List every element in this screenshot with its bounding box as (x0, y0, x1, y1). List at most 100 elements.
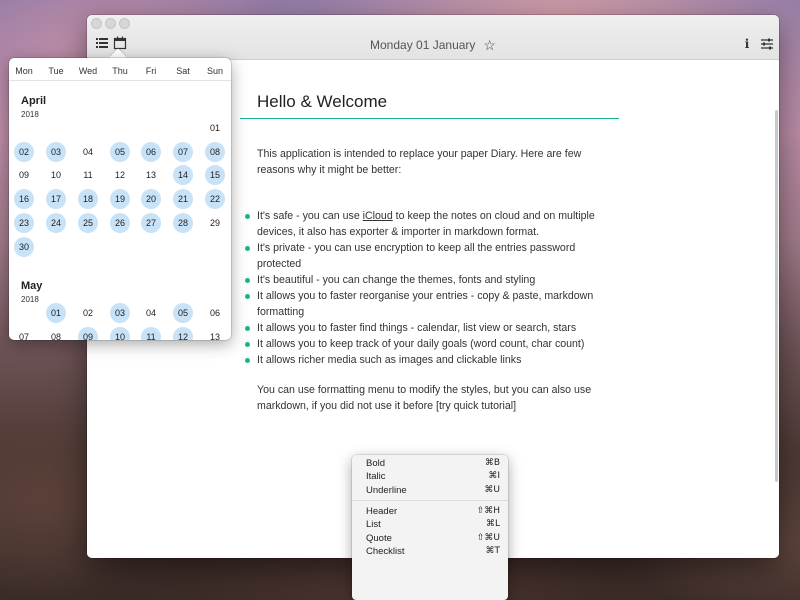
outro-paragraph[interactable]: You can use formatting menu to modify th… (257, 382, 617, 414)
window-title-area: Monday 01 January ☆ (87, 37, 779, 54)
document-title[interactable]: Hello & Welcome (257, 92, 387, 112)
settings-button[interactable] (760, 37, 774, 51)
calendar-day[interactable]: 12 (110, 165, 130, 185)
calendar-day[interactable]: 05 (173, 303, 193, 323)
calendar-day[interactable]: 23 (14, 213, 34, 233)
weekday-mon: Mon (15, 66, 33, 76)
menu-item-label: List (366, 519, 381, 530)
calendar-day[interactable]: 21 (173, 189, 193, 209)
list-item[interactable]: It's private - you can use encryption to… (245, 240, 617, 272)
calendar-day[interactable]: 27 (141, 213, 161, 233)
calendar-day[interactable]: 09 (14, 165, 34, 185)
menu-item-italic[interactable]: Italic ⌘I (352, 471, 508, 484)
calendar-day[interactable]: 28 (173, 213, 193, 233)
close-window-button[interactable] (91, 18, 102, 29)
calendar-day[interactable]: 01 (205, 118, 225, 138)
calendar-day[interactable]: 17 (46, 189, 66, 209)
calendar-day[interactable]: 10 (110, 327, 130, 340)
menu-item-shortcut: ⇧⌘U (476, 533, 500, 543)
menu-item-list[interactable]: List ⌘L (352, 519, 508, 532)
calendar-day[interactable]: 09 (78, 327, 98, 340)
icloud-link[interactable]: iCloud (363, 210, 393, 222)
calendar-day[interactable]: 11 (78, 165, 98, 185)
menu-item-label: Quote (366, 533, 392, 544)
zoom-window-button[interactable] (119, 18, 130, 29)
calendar-day[interactable]: 04 (141, 303, 161, 323)
list-item[interactable]: It allows you to keep track of your dail… (245, 336, 617, 352)
calendar-day[interactable]: 06 (205, 303, 225, 323)
calendar-day[interactable]: 08 (46, 327, 66, 340)
menu-item-shortcut: ⌘B (484, 458, 500, 468)
calendar-day[interactable]: 07 (173, 142, 193, 162)
format-menu: Bold ⌘B Italic ⌘I Underline ⌘U Header ⇧⌘H List ⌘L… (352, 455, 508, 600)
calendar-day[interactable]: 18 (78, 189, 98, 209)
list-item[interactable]: It allows richer media such as images an… (245, 352, 617, 368)
menu-item-shortcut: ⌘U (484, 485, 500, 495)
calendar-popover: Mon Tue Wed Thu Fri Sat Sun April 2018 01 02 03 04 0… (9, 58, 231, 340)
calendar-day[interactable]: 03 (46, 142, 66, 162)
weekday-sun: Sun (206, 66, 223, 76)
calendar-day[interactable]: 30 (14, 237, 34, 257)
calendar-day[interactable]: 13 (141, 165, 161, 185)
calendar-day[interactable]: 07 (14, 327, 34, 340)
info-icon[interactable]: i (742, 37, 752, 51)
weekday-wed: Wed (78, 66, 98, 76)
calendar-day[interactable]: 06 (141, 142, 161, 162)
calendar-day[interactable]: 08 (205, 142, 225, 162)
weekday-header: Mon Tue Wed Thu Fri Sat Sun (9, 58, 231, 81)
window-title-date[interactable]: Monday 01 January (370, 38, 475, 52)
menu-item-shortcut: ⌘L (485, 519, 500, 529)
list-item[interactable]: It allows you to faster reorganise your … (245, 288, 617, 320)
star-icon[interactable]: ☆ (483, 37, 496, 54)
menu-item-label: Bold (366, 458, 386, 469)
menu-item-header[interactable]: Header ⇧⌘H (352, 506, 508, 519)
vertical-scrollbar[interactable] (775, 110, 778, 482)
weekday-thu: Thu (112, 66, 128, 76)
menu-item-label: Header (366, 506, 398, 517)
weekday-fri: Fri (145, 66, 157, 76)
list-item[interactable]: It's beautiful - you can change the them… (245, 272, 617, 288)
calendar-day[interactable]: 12 (173, 327, 193, 340)
calendar-day[interactable]: 11 (141, 327, 161, 340)
calendar-day[interactable]: 02 (78, 303, 98, 323)
menu-item-bold[interactable]: Bold ⌘B (352, 458, 508, 471)
calendar-day[interactable]: 05 (110, 142, 130, 162)
reasons-list: It's safe - you can use iCloud to keep t… (245, 208, 617, 368)
calendar-day[interactable]: 19 (110, 189, 130, 209)
intro-paragraph[interactable]: This application is intended to replace … (257, 146, 617, 178)
menu-item-label: Underline (366, 485, 407, 496)
month-year: 2018 (21, 295, 39, 304)
menu-item-shortcut: ⇧⌘H (476, 506, 500, 516)
weekday-sat: Sat (176, 66, 190, 76)
calendar-day[interactable]: 22 (205, 189, 225, 209)
list-item[interactable]: It allows you to faster find things - ca… (245, 320, 617, 336)
calendar-day[interactable]: 01 (46, 303, 66, 323)
menu-item-checklist[interactable]: Checklist ⌘T (352, 546, 508, 559)
bullet-text-before: It's safe - you can use (257, 210, 363, 222)
menu-item-shortcut: ⌘T (485, 546, 501, 556)
minimize-window-button[interactable] (105, 18, 116, 29)
calendar-day[interactable]: 15 (205, 165, 225, 185)
list-item[interactable]: It's safe - you can use iCloud to keep t… (245, 208, 617, 240)
menu-item-underline[interactable]: Underline ⌘U (352, 485, 508, 498)
menu-item-label: Italic (366, 471, 386, 482)
calendar-day[interactable]: 29 (205, 213, 225, 233)
calendar-day[interactable]: 16 (14, 189, 34, 209)
calendar-day[interactable]: 20 (141, 189, 161, 209)
calendar-day[interactable]: 03 (110, 303, 130, 323)
calendar-day[interactable]: 10 (46, 165, 66, 185)
title-bar: Monday 01 January ☆ i (87, 15, 779, 60)
month-name: April (21, 95, 47, 107)
calendar-day[interactable]: 26 (110, 213, 130, 233)
menu-item-quote[interactable]: Quote ⇧⌘U (352, 533, 508, 546)
month-year: 2018 (21, 110, 39, 119)
calendar-day[interactable]: 13 (205, 327, 225, 340)
calendar-day[interactable]: 25 (78, 213, 98, 233)
calendar-day[interactable]: 14 (173, 165, 193, 185)
calendar-day[interactable]: 02 (14, 142, 34, 162)
month-name: May (21, 280, 43, 292)
calendar-day[interactable]: 24 (46, 213, 66, 233)
calendar-day[interactable]: 04 (78, 142, 98, 162)
menu-item-label: Checklist (366, 546, 405, 557)
weekday-tue: Tue (48, 66, 64, 76)
